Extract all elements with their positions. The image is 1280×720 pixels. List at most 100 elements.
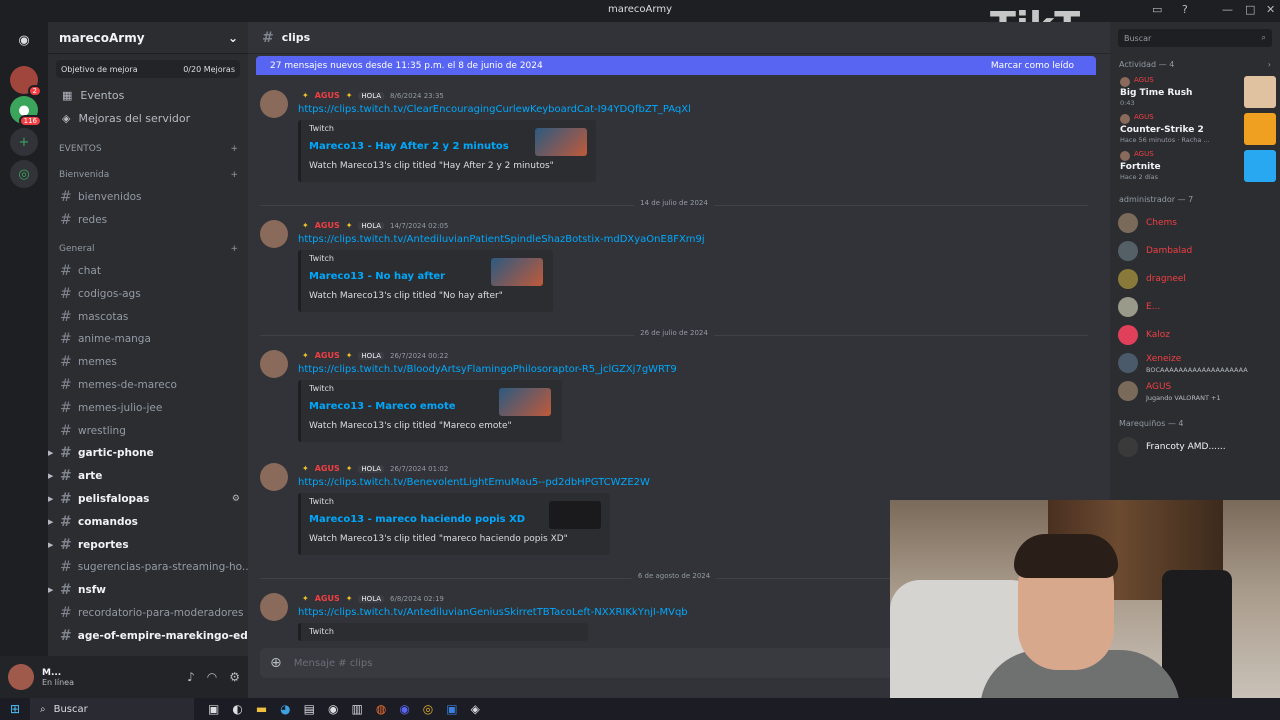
avatar[interactable] [260,350,288,378]
activity-card[interactable]: AGUS Big Time Rush 0:43 [1110,74,1280,111]
category-general[interactable]: General + [48,238,248,260]
embed-thumbnail[interactable] [549,501,601,529]
channel-pelisfalopas[interactable]: ▶ # pelisfalopas ⚙ [48,488,248,511]
add-icon[interactable]: + [230,144,238,154]
channel-mascotas[interactable]: # mascotas [48,305,248,328]
server-icon-mareco[interactable]: 2 [10,66,42,97]
microphone-icon[interactable]: ♪ [187,670,195,684]
thread-arrow-icon[interactable]: ▶ [48,472,53,480]
channel-arte[interactable]: ▶ # arte [48,465,248,488]
new-messages-bar[interactable]: 27 mensajes nuevos desde 11:35 p.m. el 8… [256,56,1096,75]
gear-icon[interactable]: ⚙ [229,670,240,684]
help-icon[interactable]: ? [1182,3,1188,16]
channel-anime-manga[interactable]: # anime-manga [48,328,248,351]
chevron-right-icon[interactable]: › [1268,60,1271,69]
channel-nsfw[interactable]: ▶ # nsfw [48,579,248,602]
mark-as-read-button[interactable]: Marcar como leído [991,61,1074,71]
add-attachment-icon[interactable]: ⊕ [270,655,282,671]
boost-goal[interactable]: Objetivo de mejora 0/20 Mejoras [56,60,240,78]
discord-icon[interactable]: ◉ [399,702,409,716]
member-item[interactable]: Xeneize BOCAAAAAAAAAAAAAAAAAAA [1110,349,1280,377]
server-boosts-menu-item[interactable]: ◈ Mejoras del servidor [48,107,248,130]
avatar[interactable] [260,593,288,621]
headphones-icon[interactable]: ◠ [207,670,217,684]
app-icon[interactable]: ◐ [232,702,242,716]
minimize-button[interactable]: — [1222,3,1233,16]
maximize-button[interactable]: □ [1245,3,1255,16]
activity-card[interactable]: AGUS Counter-Strike 2 Hace 56 minutos · … [1110,111,1280,148]
taskbar-search[interactable]: ⌕ Buscar [30,698,194,720]
channel-reportes[interactable]: ▶ # reportes [48,533,248,556]
message-input[interactable]: Mensaje # clips [294,658,373,669]
windows-start-icon[interactable]: ⊞ [0,698,30,720]
message-author[interactable]: AGUS [315,594,340,603]
activity-card[interactable]: AGUS Fortnite Hace 2 días [1110,148,1280,185]
avatar[interactable] [8,664,34,690]
member-item[interactable]: Dambalad [1110,237,1280,265]
channel-redes[interactable]: # redes [48,209,248,232]
avatar[interactable] [260,90,288,118]
message-link[interactable]: https://clips.twitch.tv/BloodyArtsyFlami… [298,364,677,375]
member-item[interactable]: AGUS Jugando VALORANT +1 [1110,377,1280,405]
channel-comandos[interactable]: ▶ # comandos [48,510,248,533]
channel-memes-julio-jee[interactable]: # memes-julio-jee [48,396,248,419]
message-author[interactable]: AGUS [315,91,340,100]
channel-settings-icon[interactable]: ⚙ [232,494,240,504]
member-item[interactable]: Chems [1110,209,1280,237]
embed-thumbnail[interactable] [499,388,551,416]
events-category[interactable]: EVENTOS + [48,138,248,160]
add-server-icon[interactable]: + [10,128,38,156]
add-icon[interactable]: + [230,244,238,254]
explore-icon[interactable]: ◎ [10,160,38,188]
thread-arrow-icon[interactable]: ▶ [48,495,53,503]
member-item[interactable]: Kaloz [1110,321,1280,349]
channel-age-of-empire[interactable]: #age-of-empire-marekingo-edition [48,624,248,647]
firefox-icon[interactable]: ◍ [376,702,386,716]
edge-icon[interactable]: ◕ [280,702,290,716]
member-item[interactable]: Francoty AMD...... [1110,433,1280,461]
server-icon-green[interactable]: ● 116 [10,96,42,127]
channel-codigos-ags[interactable]: # codigos-ags [48,282,248,305]
channel-gartic-phone[interactable]: ▶ # gartic-phone [48,442,248,465]
avatar[interactable] [260,220,288,248]
task-view-icon[interactable]: ▣ [208,702,219,716]
message-author[interactable]: AGUS [315,464,340,473]
message-link[interactable]: https://clips.twitch.tv/AntediluvianPati… [298,234,705,245]
events-menu-item[interactable]: ▦ Eventos [48,84,248,107]
store-icon[interactable]: ▤ [304,702,315,716]
message-link[interactable]: https://clips.twitch.tv/ClearEncouraging… [298,104,691,115]
file-explorer-icon[interactable]: ▬ [256,702,267,716]
embed-thumbnail[interactable] [491,258,543,286]
thread-arrow-icon[interactable]: ▶ [48,541,53,549]
discord-home-icon[interactable]: ◉ [10,26,38,54]
thread-arrow-icon[interactable]: ▶ [48,449,53,457]
close-button[interactable]: ✕ [1266,3,1275,16]
thread-arrow-icon[interactable]: ▶ [48,586,53,594]
member-item[interactable]: dragneel [1110,265,1280,293]
search-input[interactable]: Buscar ⌕ [1118,29,1272,47]
server-name-header[interactable]: marecoArmy ⌄ [48,22,248,54]
message-author[interactable]: AGUS [315,221,340,230]
channel-chat[interactable]: # chat [48,260,248,283]
app-icon[interactable]: ▥ [351,702,362,716]
avatar[interactable] [260,463,288,491]
channel-sugerencias[interactable]: # sugerencias-para-streaming-ho... [48,556,248,579]
member-item[interactable]: E... [1110,293,1280,321]
app-icon[interactable]: ▣ [446,702,457,716]
app-icon[interactable]: ◉ [328,702,338,716]
channel-memes[interactable]: # memes [48,351,248,374]
channel-bienvenidos[interactable]: # bienvenidos [48,186,248,209]
chrome-icon[interactable]: ◎ [423,702,433,716]
channel-recordatorio[interactable]: # recordatorio-para-moderadores [48,602,248,625]
add-icon[interactable]: + [230,170,238,180]
category-bienvenida[interactable]: Bienvenida + [48,164,248,186]
message-author[interactable]: AGUS [315,351,340,360]
thread-arrow-icon[interactable]: ▶ [48,518,53,526]
channel-wrestling[interactable]: # wrestling [48,419,248,442]
embed-thumbnail[interactable] [535,128,587,156]
message-link[interactable]: https://clips.twitch.tv/AntediluvianGeni… [298,607,688,618]
message-link[interactable]: https://clips.twitch.tv/BenevolentLightE… [298,477,650,488]
steam-icon[interactable]: ◈ [471,702,480,716]
inbox-icon[interactable]: ▭ [1152,3,1162,16]
channel-memes-de-mareco[interactable]: # memes-de-mareco [48,374,248,397]
